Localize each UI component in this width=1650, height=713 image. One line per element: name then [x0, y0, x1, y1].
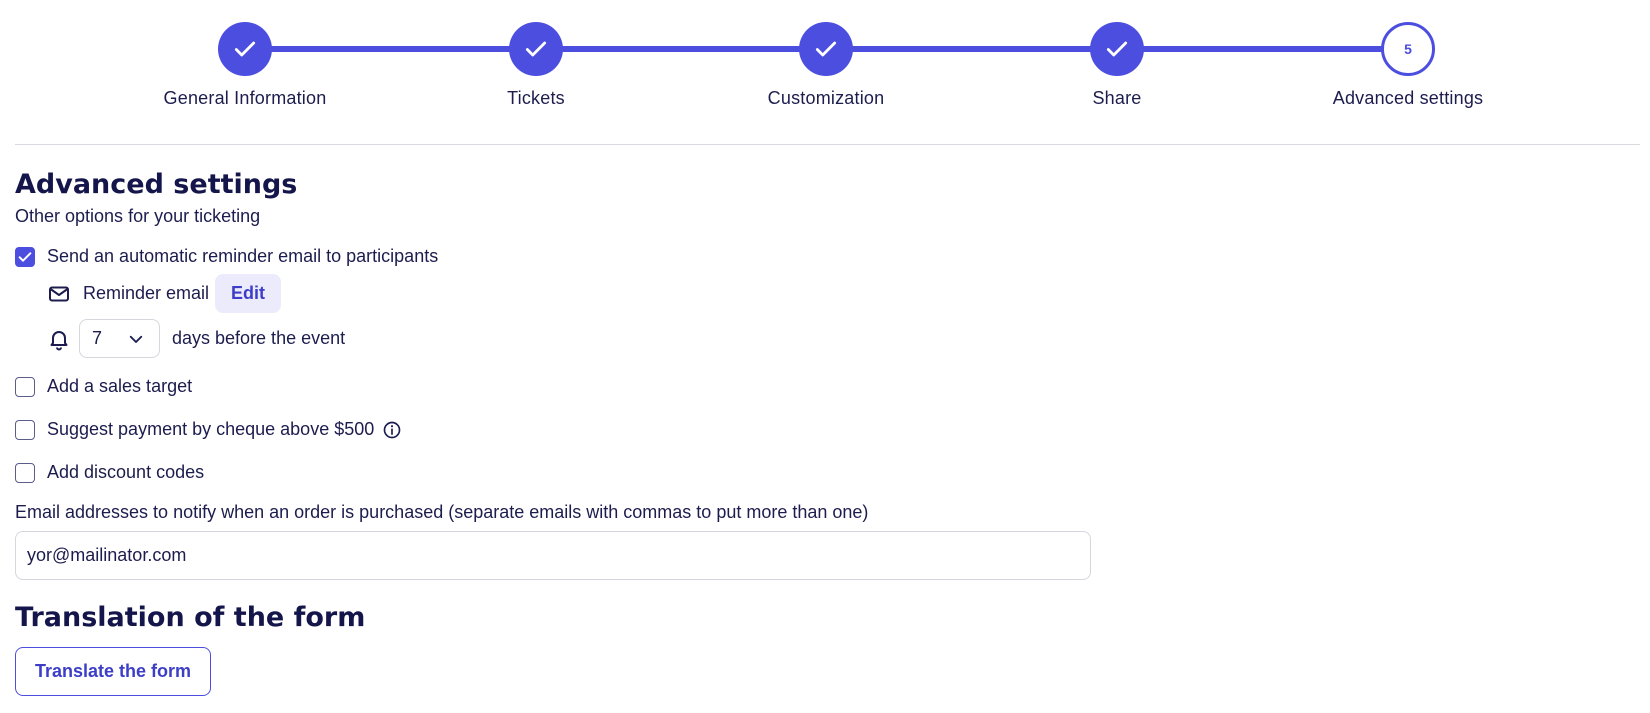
notify-emails-input[interactable]	[15, 531, 1091, 580]
step-complete-circle	[218, 22, 272, 76]
stepper: General Information Tickets Customizatio…	[0, 0, 1650, 145]
step-complete-circle	[799, 22, 853, 76]
mail-icon	[47, 282, 71, 306]
translate-form-button[interactable]: Translate the form	[15, 647, 211, 696]
reminder-checkbox-label[interactable]: Send an automatic reminder email to part…	[47, 246, 438, 267]
translation-title: Translation of the form	[15, 602, 366, 633]
step-advanced-settings[interactable]: 5 Advanced settings	[1258, 22, 1558, 109]
notify-emails-label: Email addresses to notify when an order …	[15, 502, 869, 522]
cheque-label[interactable]: Suggest payment by cheque above $500	[47, 419, 374, 440]
step-complete-circle	[1090, 22, 1144, 76]
reminder-days-suffix: days before the event	[172, 328, 346, 348]
step-share[interactable]: Share	[967, 22, 1267, 109]
check-icon	[18, 251, 32, 262]
discount-checkbox[interactable]	[15, 462, 35, 483]
section-title: Advanced settings	[15, 169, 298, 200]
section-divider	[15, 144, 1640, 145]
chevron-down-icon	[129, 335, 143, 343]
reminder-option: Send an automatic reminder email to part…	[15, 246, 438, 267]
reminder-email-row: Reminder email Edit	[47, 274, 282, 313]
cheque-checkbox[interactable]	[15, 419, 35, 440]
bell-icon	[47, 327, 71, 351]
step-complete-circle	[509, 22, 563, 76]
step-label: General Information	[163, 88, 327, 108]
step-label: Share	[1092, 88, 1142, 108]
check-icon	[525, 41, 547, 57]
step-label: Advanced settings	[1332, 88, 1484, 108]
reminder-days-select[interactable]: 7	[79, 319, 160, 358]
reminder-days-value: 7	[92, 328, 103, 348]
sales-target-label[interactable]: Add a sales target	[47, 376, 192, 397]
sales-target-checkbox[interactable]	[15, 376, 35, 397]
check-icon	[1106, 41, 1128, 57]
sales-target-option: Add a sales target	[15, 376, 192, 397]
section-subtitle: Other options for your ticketing	[15, 206, 261, 226]
step-current-circle: 5	[1381, 22, 1435, 76]
edit-reminder-button[interactable]: Edit	[215, 274, 282, 313]
step-label: Customization	[767, 88, 885, 108]
step-label: Tickets	[507, 88, 565, 108]
check-icon	[234, 41, 256, 57]
step-general-information[interactable]: General Information	[95, 22, 395, 109]
reminder-checkbox[interactable]	[15, 246, 35, 267]
check-icon	[815, 41, 837, 57]
step-tickets[interactable]: Tickets	[386, 22, 686, 109]
step-customization[interactable]: Customization	[676, 22, 976, 109]
info-icon[interactable]	[382, 420, 402, 440]
cheque-option: Suggest payment by cheque above $500	[15, 419, 402, 440]
reminder-email-label: Reminder email	[83, 283, 210, 303]
step-number: 5	[1404, 41, 1412, 57]
discount-option: Add discount codes	[15, 462, 204, 483]
reminder-days-row: 7 days before the event	[47, 319, 345, 358]
discount-label[interactable]: Add discount codes	[47, 462, 204, 483]
